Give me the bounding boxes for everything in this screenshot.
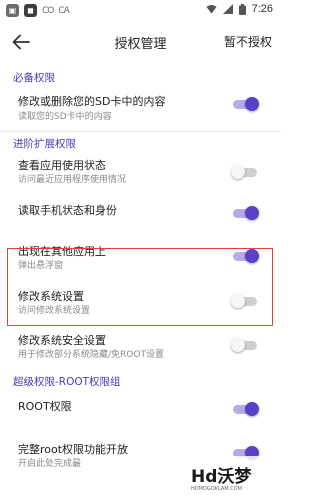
permission-item-phone-state[interactable]: 读取手机状态和身份 xyxy=(0,195,281,233)
section-title-advanced: 进阶扩展权限 xyxy=(13,138,76,150)
permission-subtitle: 读取您的SD卡中的内容 xyxy=(18,112,112,122)
permission-subtitle: 用于修改部分系统隐藏/免ROOT设置 xyxy=(18,350,164,360)
highlight-box xyxy=(7,248,273,326)
permission-item-secure-settings[interactable]: 修改系统安全设置 用于修改部分系统隐藏/免ROOT设置 xyxy=(0,328,281,364)
watermark-text: Hd沃梦 xyxy=(191,467,252,487)
watermark-subtext: HDMOGOKLAM.COM xyxy=(191,486,242,492)
permission-toggle[interactable] xyxy=(231,402,259,416)
app-bar: 授权管理 暂不授权 xyxy=(0,24,281,60)
permission-title: 完整root权限功能开放 xyxy=(18,443,129,456)
cloud-icon: CA xyxy=(58,5,69,16)
status-time: 7:26 xyxy=(251,3,273,15)
permission-subtitle: 访问最近应用程序使用情况 xyxy=(18,175,127,185)
app-icon: ▣ xyxy=(6,4,19,17)
permission-title: 查看应用使用状态 xyxy=(18,159,106,172)
wifi-icon xyxy=(206,5,217,14)
permission-item-sd-card[interactable]: 修改或删除您的SD卡中的内容 读取您的SD卡中的内容 xyxy=(0,86,281,130)
skip-authorization-button[interactable]: 暂不授权 xyxy=(224,33,272,50)
status-left-icons: ▣ ◼ CO CA xyxy=(6,4,70,17)
divider xyxy=(0,131,281,132)
permission-toggle[interactable] xyxy=(231,338,259,352)
permission-item-usage-stats[interactable]: 查看应用使用状态 访问最近应用程序使用情况 xyxy=(0,152,281,192)
app-icon: ◼ xyxy=(24,4,37,17)
permission-title: 修改或删除您的SD卡中的内容 xyxy=(18,95,166,108)
permission-title: ROOT权限 xyxy=(18,400,72,413)
permission-subtitle: 开启此处完成最 xyxy=(18,459,82,469)
battery-icon xyxy=(238,3,246,15)
permission-title: 修改系统安全设置 xyxy=(18,334,106,347)
permission-toggle[interactable] xyxy=(231,165,259,179)
permission-title: 读取手机状态和身份 xyxy=(18,204,117,217)
status-right-icons: 7:26 xyxy=(206,3,273,15)
permission-toggle[interactable] xyxy=(231,97,259,111)
section-title-root: 超级权限-ROOT权限组 xyxy=(13,376,121,388)
permission-toggle[interactable] xyxy=(231,206,259,220)
status-bar: ▣ ◼ CO CA 7:26 xyxy=(0,0,281,22)
section-title-required: 必备权限 xyxy=(13,72,55,84)
cloud-icon: CO xyxy=(42,5,54,16)
watermark-logo: Hd沃梦 HDMOGOKLAM.COM xyxy=(151,456,281,500)
permission-item-root[interactable]: ROOT权限 xyxy=(0,392,281,428)
signal-icon xyxy=(222,4,233,14)
